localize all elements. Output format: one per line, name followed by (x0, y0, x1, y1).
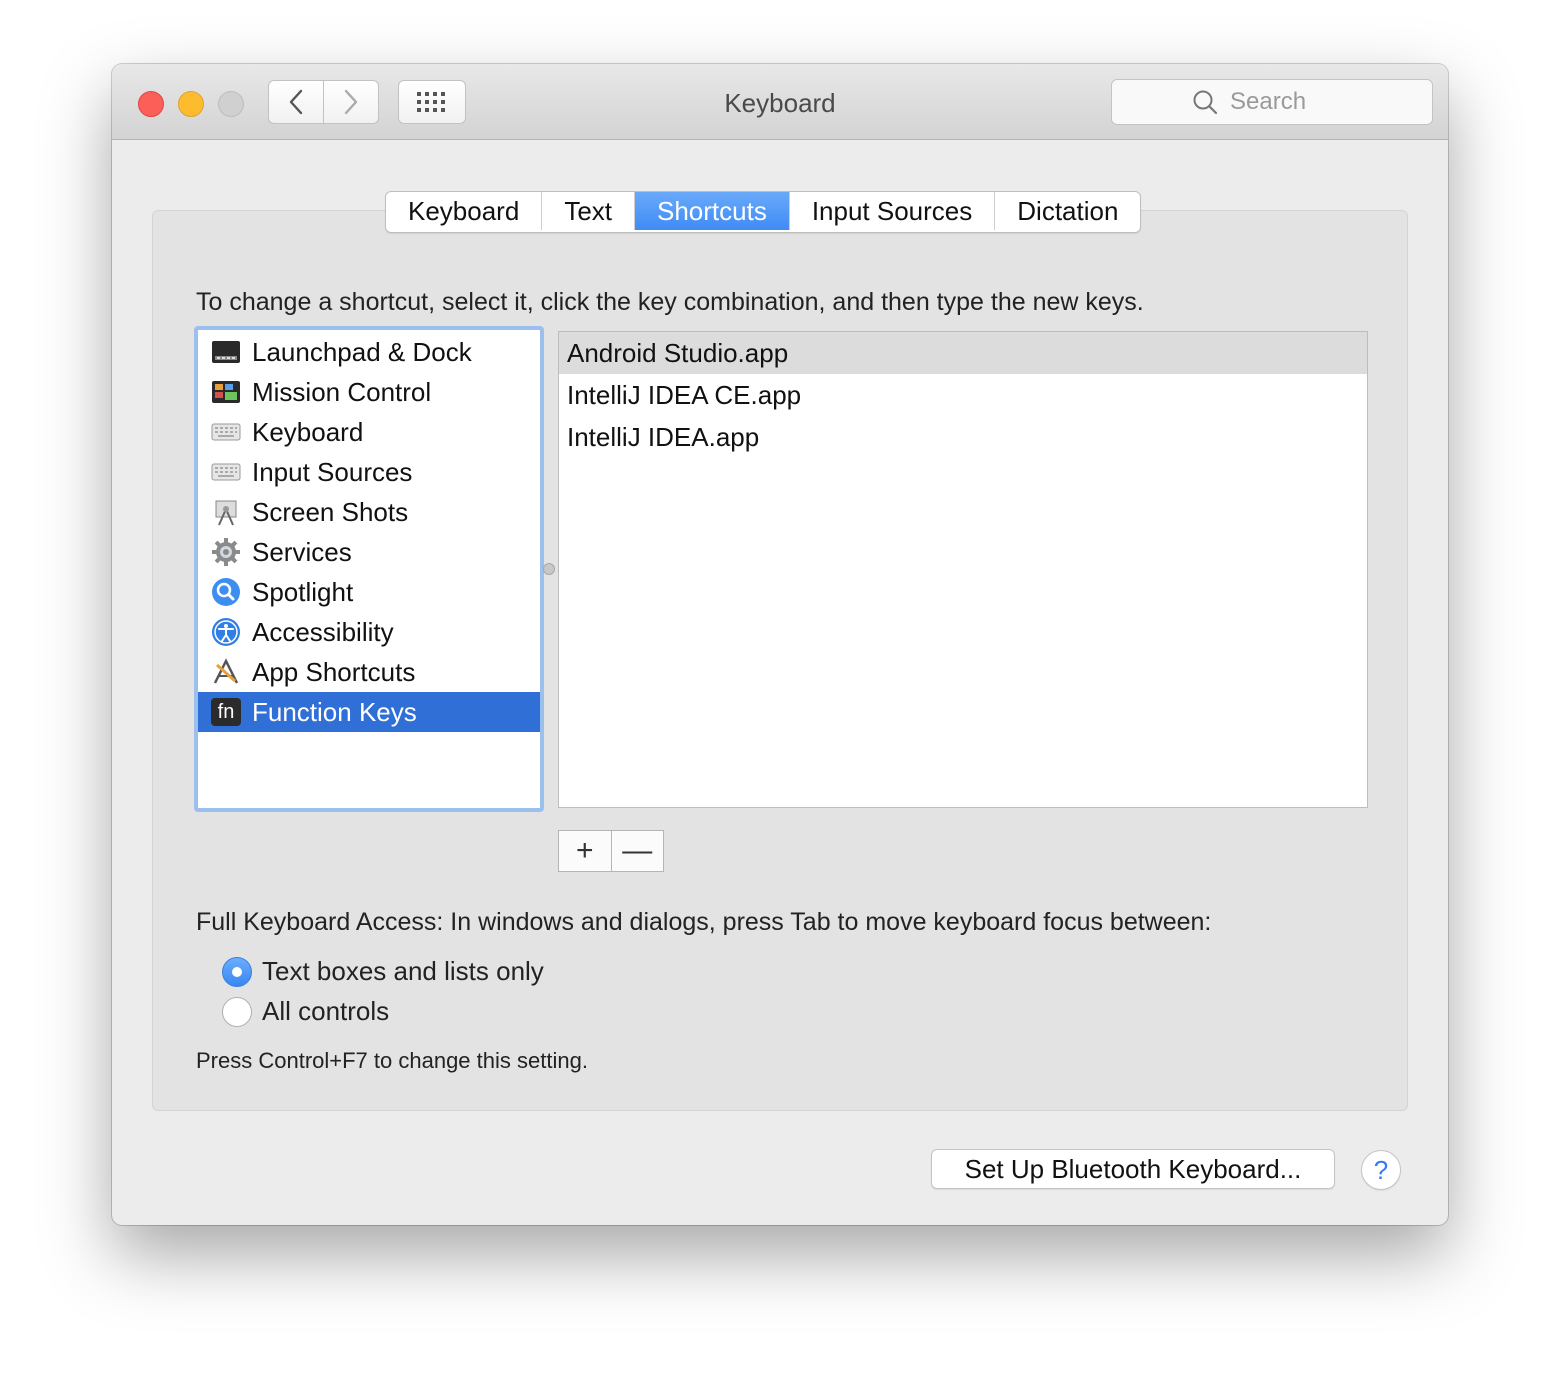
category-label: Services (252, 536, 352, 567)
tab-input-sources[interactable]: Input Sources (790, 192, 996, 230)
category-label: App Shortcuts (252, 656, 416, 687)
category-label: Launchpad & Dock (252, 336, 472, 367)
category-keyboard[interactable]: Keyboard (198, 412, 540, 452)
spotlight-icon (210, 576, 242, 608)
application-list[interactable]: Android Studio.app IntelliJ IDEA CE.app … (558, 331, 1368, 808)
preferences-window: Keyboard Keyboard Text Shortcuts Input S… (112, 64, 1448, 1225)
search-icon (1192, 89, 1218, 115)
radio-button-unselected[interactable] (222, 996, 252, 1027)
input-sources-icon (210, 456, 242, 488)
back-button[interactable] (268, 80, 324, 124)
full-keyboard-access-label: Full Keyboard Access: In windows and dia… (196, 908, 1212, 936)
category-input-sources[interactable]: Input Sources (198, 452, 540, 492)
search-input[interactable] (1228, 87, 1352, 117)
remove-button[interactable]: — (612, 831, 664, 871)
radio-text-boxes-lists[interactable]: Text boxes and lists only (222, 956, 544, 987)
minimize-window-button[interactable] (178, 91, 204, 117)
screenshot-icon (210, 496, 242, 528)
title-bar: Keyboard (112, 64, 1448, 140)
list-item[interactable]: IntelliJ IDEA.app (559, 416, 1367, 458)
forward-button[interactable] (323, 80, 379, 124)
setup-bluetooth-keyboard-button[interactable]: Set Up Bluetooth Keyboard... (931, 1149, 1335, 1189)
close-window-button[interactable] (138, 91, 164, 117)
control-f7-hint: Press Control+F7 to change this setting. (196, 1048, 588, 1073)
chevron-left-icon (289, 89, 303, 115)
shortcut-category-list[interactable]: Launchpad & Dock Mission Control Keyboar… (194, 326, 544, 812)
tab-bar: Keyboard Text Shortcuts Input Sources Di… (385, 191, 1142, 233)
radio-label: All controls (262, 996, 390, 1026)
app-shortcuts-icon (210, 656, 242, 688)
keyboard-icon (210, 416, 242, 448)
category-app-shortcuts[interactable]: App Shortcuts (198, 652, 540, 692)
list-item[interactable]: IntelliJ IDEA CE.app (559, 374, 1367, 416)
category-accessibility[interactable]: Accessibility (198, 612, 540, 652)
category-label: Keyboard (252, 416, 364, 447)
search-field[interactable] (1111, 79, 1433, 125)
tab-dictation[interactable]: Dictation (995, 192, 1140, 230)
category-label: Mission Control (252, 376, 432, 407)
zoom-window-button[interactable] (218, 91, 244, 117)
category-function-keys[interactable]: fn Function Keys (198, 692, 540, 732)
category-spotlight[interactable]: Spotlight (198, 572, 540, 612)
radio-label: Text boxes and lists only (262, 956, 544, 986)
show-all-button[interactable] (398, 80, 466, 124)
tab-shortcuts[interactable]: Shortcuts (635, 192, 790, 230)
gear-icon (210, 536, 242, 568)
category-mission-control[interactable]: Mission Control (198, 372, 540, 412)
grid-icon (417, 92, 445, 112)
radio-button-selected[interactable] (222, 956, 252, 987)
chevron-right-icon (344, 89, 358, 115)
add-remove-control: + — (558, 830, 664, 872)
category-label: Function Keys (252, 696, 417, 727)
tab-keyboard[interactable]: Keyboard (386, 192, 543, 230)
list-item[interactable]: Android Studio.app (559, 332, 1367, 374)
add-button[interactable]: + (559, 831, 612, 871)
fn-key-icon: fn (210, 696, 242, 728)
category-label: Screen Shots (252, 496, 409, 527)
category-label: Spotlight (252, 576, 354, 607)
launchpad-dock-icon (210, 336, 242, 368)
instructions-text: To change a shortcut, select it, click t… (196, 288, 1144, 316)
tab-text[interactable]: Text (542, 192, 635, 230)
category-label: Input Sources (252, 456, 413, 487)
radio-all-controls[interactable]: All controls (222, 996, 389, 1027)
category-launchpad-dock[interactable]: Launchpad & Dock (198, 332, 540, 372)
accessibility-icon (210, 616, 242, 648)
mission-control-icon (210, 376, 242, 408)
split-view-divider[interactable] (543, 563, 555, 575)
category-services[interactable]: Services (198, 532, 540, 572)
fn-key-label: fn (211, 698, 241, 726)
category-label: Accessibility (252, 616, 394, 647)
help-button[interactable]: ? (1361, 1150, 1401, 1190)
category-screen-shots[interactable]: Screen Shots (198, 492, 540, 532)
